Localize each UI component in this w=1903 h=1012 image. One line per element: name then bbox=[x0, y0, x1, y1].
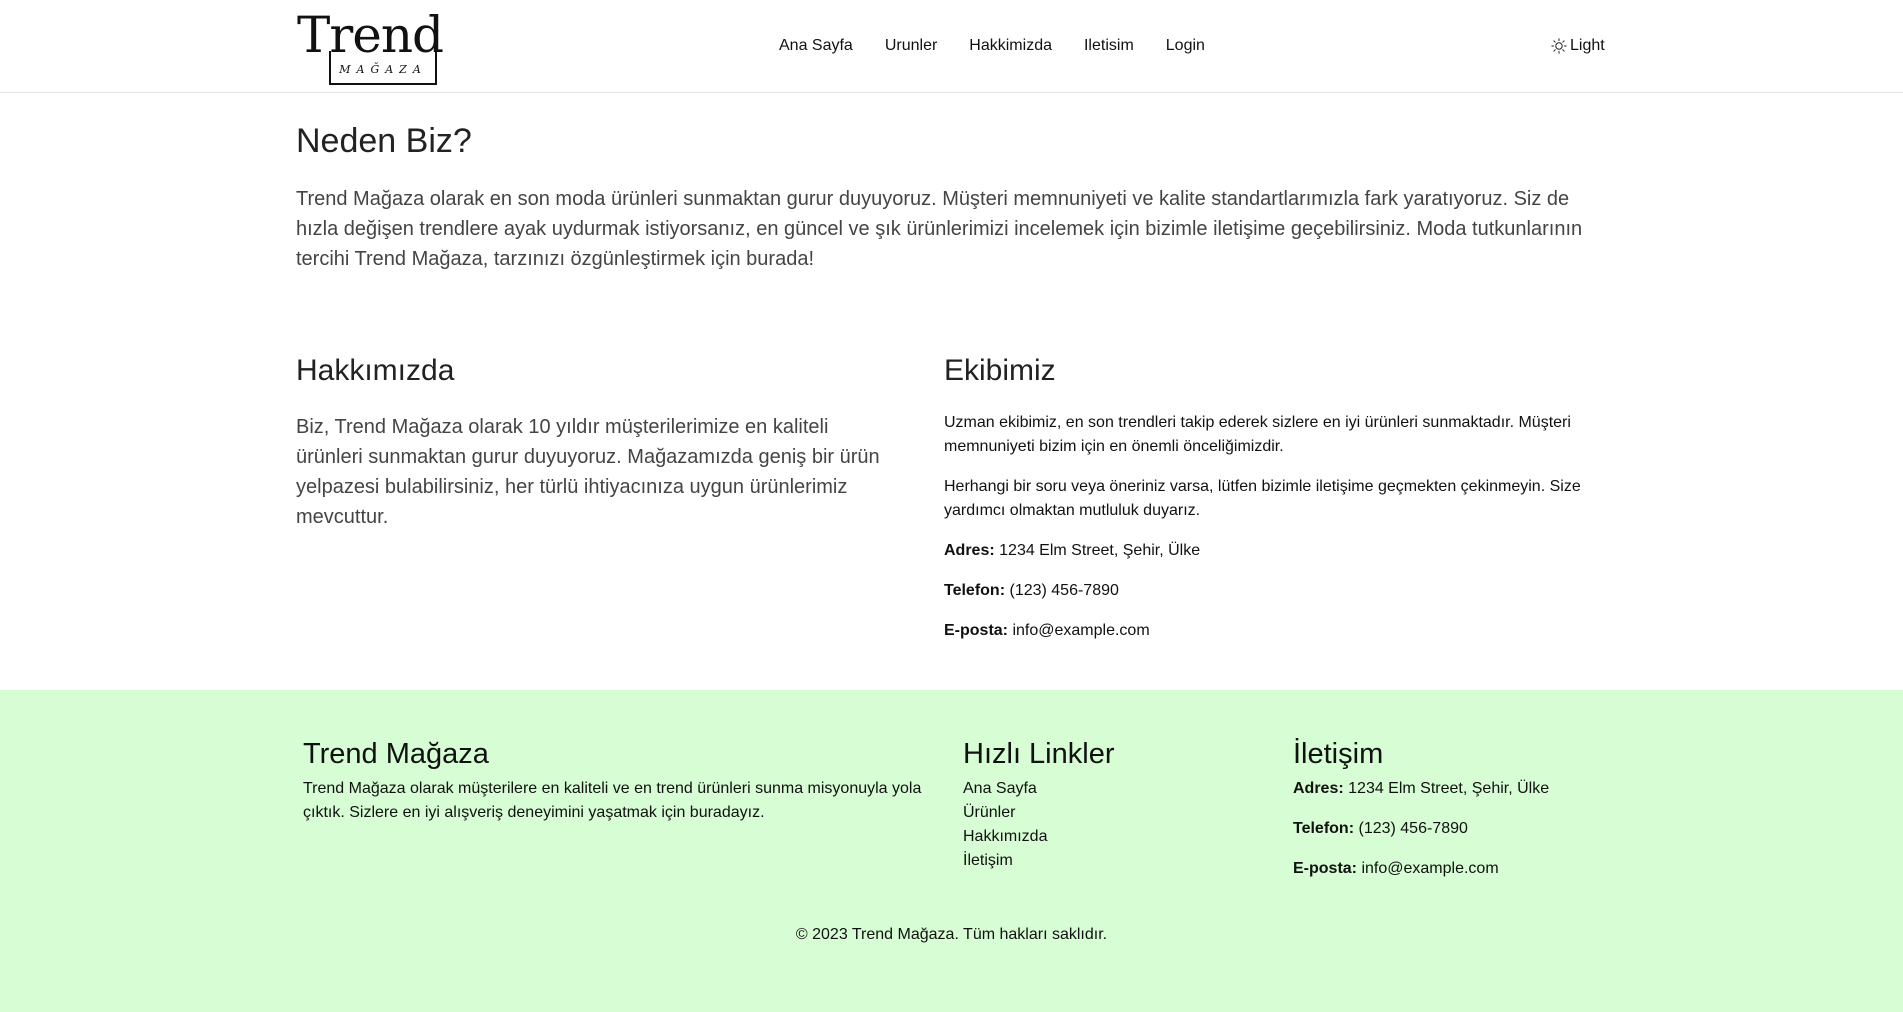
footer-email: E-posta: info@example.com bbox=[1293, 857, 1613, 881]
footer-links-title: Hızlı Linkler bbox=[963, 738, 1115, 770]
site-header: Trend MAĞAZA Ana Sayfa Urunler Hakkimizd… bbox=[0, 0, 1903, 93]
phone-label: Telefon: bbox=[944, 582, 1006, 599]
logo[interactable]: Trend MAĞAZA bbox=[297, 9, 444, 85]
address-value: 1234 Elm Street, Şehir, Ülke bbox=[999, 542, 1201, 559]
footer-phone-label: Telefon: bbox=[1293, 820, 1355, 837]
nav-contact[interactable]: Iletisim bbox=[1084, 37, 1134, 55]
team-phone: Telefon: (123) 456-7890 bbox=[944, 579, 1584, 603]
footer-address-value: 1234 Elm Street, Şehir, Ülke bbox=[1348, 780, 1550, 797]
about-section: Hakkımızda Biz, Trend Mağaza olarak 10 y… bbox=[296, 354, 886, 532]
footer-address: Adres: 1234 Elm Street, Şehir, Ülke bbox=[1293, 777, 1613, 801]
team-email: E-posta: info@example.com bbox=[944, 619, 1584, 643]
address-label: Adres: bbox=[944, 542, 995, 559]
footer-brand-title: Trend Mağaza bbox=[303, 738, 489, 770]
team-title: Ekibimiz bbox=[944, 354, 1056, 387]
footer-link-item: İletişim bbox=[963, 849, 1223, 873]
logo-subtitle: MAĞAZA bbox=[329, 51, 437, 85]
nav-login[interactable]: Login bbox=[1166, 37, 1205, 55]
email-value: info@example.com bbox=[1012, 622, 1150, 639]
why-text: Trend Mağaza olarak en son moda ürünleri… bbox=[296, 188, 1583, 270]
theme-toggle[interactable]: Light bbox=[1551, 37, 1605, 55]
footer-link-home[interactable]: Ana Sayfa bbox=[963, 780, 1037, 797]
nav-products[interactable]: Urunler bbox=[885, 37, 937, 55]
main-nav: Ana Sayfa Urunler Hakkimizda Iletisim Lo… bbox=[779, 37, 1237, 55]
footer-email-value: info@example.com bbox=[1361, 860, 1499, 877]
about-text: Biz, Trend Mağaza olarak 10 yıldır müşte… bbox=[296, 416, 880, 528]
footer-link-item: Hakkımızda bbox=[963, 825, 1223, 849]
sun-icon bbox=[1551, 38, 1567, 54]
footer-link-item: Ürünler bbox=[963, 801, 1223, 825]
phone-value: (123) 456-7890 bbox=[1009, 582, 1119, 599]
team-address: Adres: 1234 Elm Street, Şehir, Ülke bbox=[944, 539, 1584, 563]
footer-phone: Telefon: (123) 456-7890 bbox=[1293, 817, 1613, 841]
footer-address-label: Adres: bbox=[1293, 780, 1344, 797]
why-title: Neden Biz? bbox=[296, 122, 472, 160]
team-paragraph-2: Herhangi bir soru veya öneriniz varsa, l… bbox=[944, 478, 1581, 519]
team-paragraph-1: Uzman ekibimiz, en son trendleri takip e… bbox=[944, 414, 1571, 455]
footer-link-about[interactable]: Hakkımızda bbox=[963, 828, 1047, 845]
footer-link-contact[interactable]: İletişim bbox=[963, 852, 1013, 869]
footer-brand-text: Trend Mağaza olarak müşterilere en kalit… bbox=[303, 780, 922, 821]
footer-link-item: Ana Sayfa bbox=[963, 777, 1223, 801]
nav-home[interactable]: Ana Sayfa bbox=[779, 37, 853, 55]
email-label: E-posta: bbox=[944, 622, 1008, 639]
footer-contact: İletişim Adres: 1234 Elm Street, Şehir, … bbox=[1293, 738, 1613, 881]
copyright: © 2023 Trend Mağaza. Tüm hakları saklıdı… bbox=[795, 926, 1108, 943]
site-footer: Trend Mağaza Trend Mağaza olarak müşteri… bbox=[0, 690, 1903, 1012]
footer-brand: Trend Mağaza Trend Mağaza olarak müşteri… bbox=[303, 738, 923, 825]
nav-about[interactable]: Hakkimizda bbox=[969, 37, 1052, 55]
footer-links-list: Ana Sayfa Ürünler Hakkımızda İletişim bbox=[963, 777, 1223, 873]
footer-links: Hızlı Linkler Ana Sayfa Ürünler Hakkımız… bbox=[963, 738, 1223, 873]
team-section: Ekibimiz Uzman ekibimiz, en son trendler… bbox=[944, 354, 1584, 643]
footer-email-label: E-posta: bbox=[1293, 860, 1357, 877]
theme-label: Light bbox=[1570, 37, 1605, 54]
footer-contact-title: İletişim bbox=[1293, 738, 1384, 770]
footer-link-products[interactable]: Ürünler bbox=[963, 804, 1015, 821]
footer-phone-value: (123) 456-7890 bbox=[1358, 820, 1468, 837]
about-title: Hakkımızda bbox=[296, 354, 455, 387]
